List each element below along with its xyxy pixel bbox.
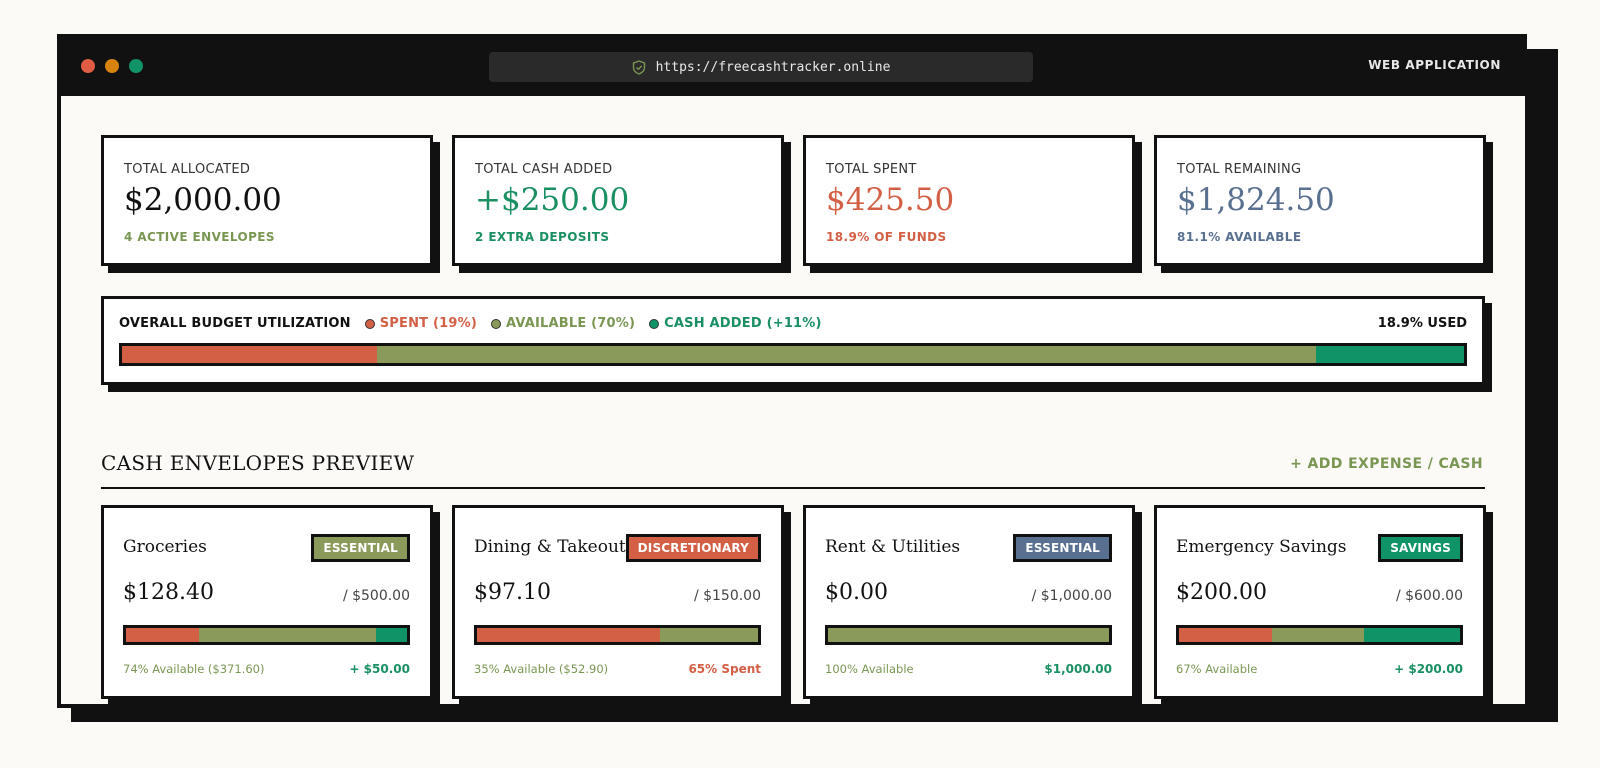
envelope-segment [828,628,1109,642]
envelope-card[interactable]: Rent & Utilities ESSENTIAL $0.00 / $1,00… [803,505,1135,699]
stat-subtext: 2 EXTRA DEPOSITS [475,230,610,244]
stat-label: TOTAL ALLOCATED [124,162,251,177]
envelope-progress-bar [474,625,761,645]
envelope-spent-amount: $200.00 [1176,580,1267,605]
stat-subtext: 4 ACTIVE ENVELOPES [124,230,275,244]
budget-utilization-card: OVERALL BUDGET UTILIZATION SPENT (19%) A… [101,296,1485,385]
legend-dot [364,318,375,329]
utilization-bar [119,343,1467,366]
envelope-segment [1179,628,1272,642]
stat-value: +$250.00 [475,182,630,218]
envelope-segment [1364,628,1460,642]
envelope-extra-text: + $50.00 [349,662,410,676]
page-content: TOTAL ALLOCATED $2,000.00 4 ACTIVE ENVEL… [61,96,1525,704]
stat-card: TOTAL SPENT $425.50 18.9% OF FUNDS [803,135,1135,266]
envelope-tag: SAVINGS [1378,534,1463,562]
legend-item: SPENT (19%) [364,316,477,331]
envelope-name: Rent & Utilities [825,537,961,557]
address-bar[interactable]: https://freecashtracker.online [489,52,1033,82]
envelope-name: Dining & Takeout [474,537,626,557]
envelope-segment [477,628,660,642]
url-text: https://freecashtracker.online [655,59,891,75]
utilization-segment [1316,346,1464,363]
stat-label: TOTAL REMAINING [1177,162,1302,177]
envelope-tag: ESSENTIAL [311,534,410,562]
envelope-name: Emergency Savings [1176,537,1347,557]
envelope-card[interactable]: Dining & Takeout DISCRETIONARY $97.10 / … [452,505,784,699]
close-dot[interactable] [81,59,95,73]
utilization-header: OVERALL BUDGET UTILIZATION SPENT (19%) A… [119,316,822,331]
envelope-available-text: 100% Available [825,662,914,676]
stat-label: TOTAL SPENT [826,162,917,177]
envelope-spent-amount: $0.00 [825,580,888,605]
section-title: CASH ENVELOPES PREVIEW [101,451,415,475]
utilization-legend: SPENT (19%) AVAILABLE (70%) CASH ADDED (… [364,316,822,331]
envelope-card[interactable]: Groceries ESSENTIAL $128.40 / $500.00 74… [101,505,433,699]
minimize-dot[interactable] [105,59,119,73]
stat-card: TOTAL ALLOCATED $2,000.00 4 ACTIVE ENVEL… [101,135,433,266]
legend-item: AVAILABLE (70%) [490,316,636,331]
stat-value: $2,000.00 [124,182,282,218]
legend-label: SPENT (19%) [379,316,477,331]
section-divider [101,487,1485,489]
utilization-segment [122,346,377,363]
stat-label: TOTAL CASH ADDED [475,162,613,177]
envelope-segment [659,628,758,642]
envelope-progress-bar [825,625,1112,645]
utilization-title: OVERALL BUDGET UTILIZATION [119,316,351,331]
envelope-segment [199,628,377,642]
legend-label: CASH ADDED (+11%) [664,316,822,331]
envelope-progress-bar [1176,625,1463,645]
utilization-segment [376,346,1317,363]
legend-item: CASH ADDED (+11%) [649,316,822,331]
envelope-total: / $150.00 [693,588,761,604]
title-bar: https://freecashtracker.online WEB APPLI… [59,36,1525,96]
envelope-extra-text: $1,000.00 [1044,662,1112,676]
legend-label: AVAILABLE (70%) [505,316,636,331]
envelope-available-text: 67% Available [1176,662,1258,676]
utilization-used-label: 18.9% USED [1377,316,1467,331]
envelope-spent-amount: $128.40 [123,580,214,605]
envelope-extra-text: 65% Spent [688,662,761,676]
stat-card: TOTAL REMAINING $1,824.50 81.1% AVAILABL… [1154,135,1486,266]
envelope-progress-bar [123,625,410,645]
envelope-name: Groceries [123,537,207,557]
envelope-extra-text: + $200.00 [1394,662,1463,676]
stat-subtext: 81.1% AVAILABLE [1177,230,1302,244]
app-tag: WEB APPLICATION [1368,58,1501,72]
envelope-available-text: 74% Available ($371.60) [123,662,265,676]
envelope-tag: DISCRETIONARY [625,534,761,562]
window-controls [81,59,143,73]
stat-value: $1,824.50 [1177,182,1335,218]
shield-check-icon [632,59,645,75]
envelope-total: / $1,000.00 [1031,588,1112,604]
envelope-total: / $500.00 [342,588,410,604]
envelope-total: / $600.00 [1395,588,1463,604]
envelope-segment [376,628,407,642]
envelope-available-text: 35% Available ($52.90) [474,662,609,676]
stat-subtext: 18.9% OF FUNDS [826,230,947,244]
legend-dot [649,318,660,329]
add-expense-cash-link[interactable]: + ADD EXPENSE / CASH [1290,456,1483,472]
envelope-spent-amount: $97.10 [474,580,551,605]
legend-dot [490,318,501,329]
browser-window: https://freecashtracker.online WEB APPLI… [57,34,1527,708]
envelope-segment [1271,628,1365,642]
envelope-tag: ESSENTIAL [1013,534,1112,562]
envelope-card[interactable]: Emergency Savings SAVINGS $200.00 / $600… [1154,505,1486,699]
envelope-segment [126,628,200,642]
stat-card: TOTAL CASH ADDED +$250.00 2 EXTRA DEPOSI… [452,135,784,266]
stat-value: $425.50 [826,182,955,218]
maximize-dot[interactable] [129,59,143,73]
